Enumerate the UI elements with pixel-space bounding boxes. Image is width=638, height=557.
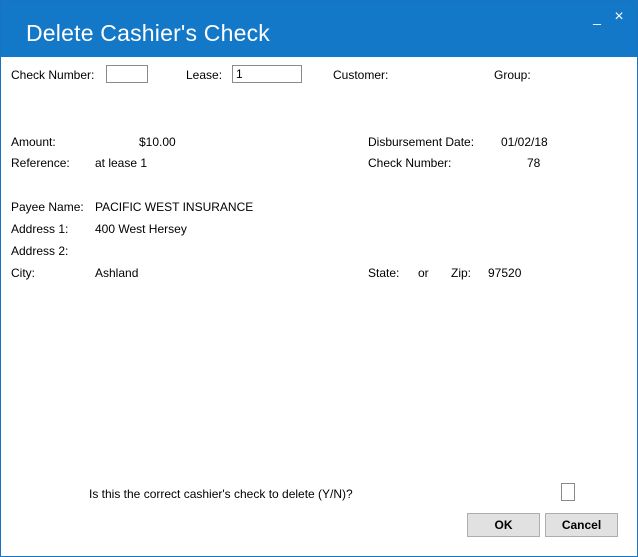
address1-value: 400 West Hersey — [95, 222, 187, 236]
state-label: State: — [368, 266, 400, 280]
window-title: Delete Cashier's Check — [26, 20, 271, 46]
city-label: City: — [11, 266, 35, 280]
lease-input[interactable] — [232, 65, 302, 83]
disbursement-date-label: Disbursement Date: — [368, 135, 475, 149]
city-value: Ashland — [95, 266, 139, 280]
group-label: Group: — [494, 68, 531, 82]
ok-button[interactable]: OK — [467, 513, 540, 537]
confirm-prompt: Is this the correct cashier's check to d… — [89, 487, 353, 501]
address2-label: Address 2: — [11, 244, 69, 258]
payee-name-value: PACIFIC WEST INSURANCE — [95, 200, 254, 214]
check-number-input[interactable] — [106, 65, 148, 83]
lease-label: Lease: — [186, 68, 223, 82]
customer-label: Customer: — [333, 68, 389, 82]
zip-value: 97520 — [488, 266, 522, 280]
close-button[interactable]: × — [609, 7, 629, 27]
zip-label: Zip: — [451, 266, 472, 280]
reference-value: at lease 1 — [95, 156, 148, 170]
check-number-label: Check Number: — [11, 68, 95, 82]
cancel-button[interactable]: Cancel — [545, 513, 618, 537]
reference-label: Reference: — [11, 156, 70, 170]
confirm-answer-input[interactable] — [561, 483, 575, 501]
dialog-window: Delete Cashier's Check _ × Check Number:… — [0, 0, 638, 557]
amount-value: $10.00 — [139, 135, 176, 149]
state-value: or — [418, 266, 429, 280]
address1-label: Address 1: — [11, 222, 69, 236]
detail-check-number-label: Check Number: — [368, 156, 452, 170]
amount-label: Amount: — [11, 135, 56, 149]
payee-name-label: Payee Name: — [11, 200, 84, 214]
title-bar[interactable]: Delete Cashier's Check _ × — [1, 1, 637, 57]
minimize-button[interactable]: _ — [587, 7, 607, 27]
disbursement-date-value: 01/02/18 — [501, 135, 548, 149]
detail-check-number-value: 78 — [527, 156, 541, 170]
